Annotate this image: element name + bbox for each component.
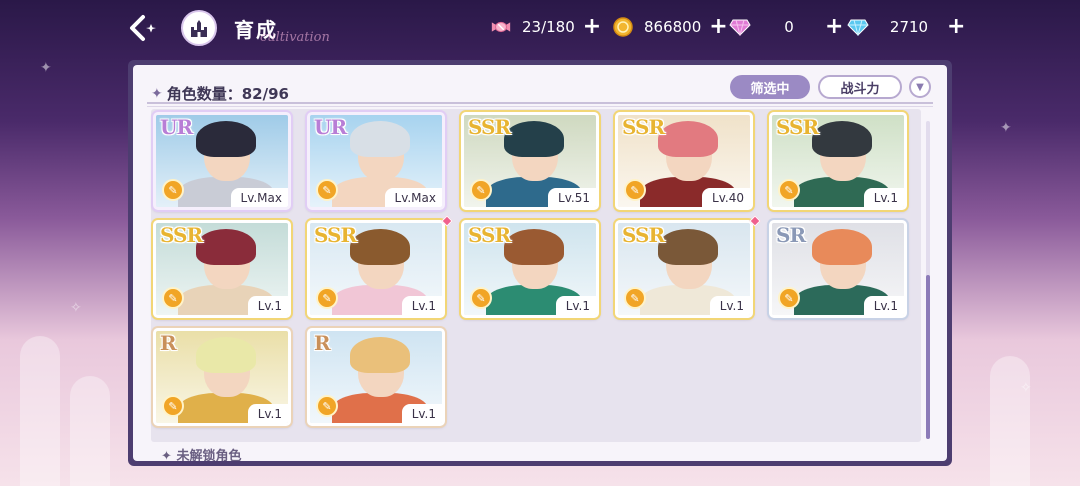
- locked-section-text: 未解锁角色: [176, 449, 242, 461]
- class-icon: ✎: [316, 287, 338, 309]
- rarity-badge: SR: [776, 223, 806, 247]
- add-pink-diamond-button[interactable]: +: [825, 16, 843, 38]
- level-label: Lv.1: [555, 296, 596, 315]
- level-label: Lv.40: [702, 188, 750, 207]
- level-label: Lv.1: [247, 404, 288, 423]
- add-candy-button[interactable]: +: [583, 16, 601, 38]
- character-card[interactable]: SR ✎ Lv.1: [769, 220, 907, 318]
- character-panel-frame: ✦ 角色数量：82/96 筛选中 战斗力 ▼ UR ✎ Lv.Max UR ✎ Lv.Ma…: [128, 60, 952, 466]
- coin-count: 866800: [644, 18, 702, 36]
- rarity-badge: SSR: [468, 115, 511, 139]
- sparkle-decoration: ✦: [40, 60, 52, 76]
- class-icon: ✎: [624, 179, 646, 201]
- sort-button[interactable]: 战斗力: [818, 75, 902, 99]
- sparkle-icon: ✦: [151, 85, 163, 102]
- class-icon: ✎: [778, 287, 800, 309]
- character-panel: ✦ 角色数量：82/96 筛选中 战斗力 ▼ UR ✎ Lv.Max UR ✎ Lv.Ma…: [133, 65, 947, 461]
- castle-tower-decoration: [990, 356, 1030, 486]
- character-card[interactable]: R ✎ Lv.1: [307, 328, 445, 426]
- sparkle-icon: ✦: [161, 449, 172, 461]
- coin-icon: [612, 16, 634, 38]
- class-icon: ✎: [162, 395, 184, 417]
- class-icon: ✎: [624, 287, 646, 309]
- sparkle-decoration: ✧: [1020, 380, 1032, 396]
- level-label: Lv.1: [863, 188, 904, 207]
- candy-icon: [490, 16, 512, 38]
- character-card[interactable]: SSR ✎ Lv.1: [153, 220, 291, 318]
- resource-coin: 866800 +: [612, 16, 728, 38]
- resource-candy: 23/180 +: [490, 16, 601, 38]
- class-icon: ✎: [470, 287, 492, 309]
- rarity-badge: SSR: [776, 115, 819, 139]
- level-label: Lv.1: [247, 296, 288, 315]
- rarity-badge: UR: [160, 115, 193, 139]
- locked-section-label: ✦ 未解锁角色: [161, 445, 241, 461]
- character-card[interactable]: UR ✎ Lv.Max: [307, 112, 445, 210]
- character-grid: UR ✎ Lv.Max UR ✎ Lv.Max SSR ✎ Lv.51 SSR ✎ Lv.40 SSR ✎…: [151, 109, 921, 442]
- back-button[interactable]: [122, 8, 162, 48]
- rarity-badge: SSR: [622, 115, 665, 139]
- level-label: Lv.1: [863, 296, 904, 315]
- character-card[interactable]: SSR ✎ Lv.40: [615, 112, 753, 210]
- character-card[interactable]: SSR ✎ Lv.1: [461, 220, 599, 318]
- rarity-badge: SSR: [314, 223, 357, 247]
- level-label: Lv.51: [548, 188, 596, 207]
- header-divider: [147, 106, 933, 107]
- character-card[interactable]: SSR ✎ Lv.1: [307, 220, 445, 318]
- class-icon: ✎: [470, 179, 492, 201]
- sparkle-decoration: ✦: [1000, 120, 1012, 136]
- character-card[interactable]: SSR ✎ Lv.1: [615, 220, 753, 318]
- rarity-badge: UR: [314, 115, 347, 139]
- level-label: Lv.1: [401, 296, 442, 315]
- sort-order-button[interactable]: ▼: [909, 76, 931, 98]
- chevron-down-icon: ▼: [916, 81, 924, 93]
- add-coin-button[interactable]: +: [709, 16, 727, 38]
- class-icon: ✎: [778, 179, 800, 201]
- blue-diamond-icon: [847, 16, 869, 38]
- filter-button[interactable]: 筛选中: [730, 75, 810, 99]
- class-icon: ✎: [316, 395, 338, 417]
- pink-diamond-icon: [729, 16, 751, 38]
- back-arrow-icon: [130, 15, 156, 41]
- character-count: ✦ 角色数量：82/96: [151, 83, 289, 104]
- level-label: Lv.Max: [230, 188, 288, 207]
- character-card[interactable]: R ✎ Lv.1: [153, 328, 291, 426]
- character-card[interactable]: SSR ✎ Lv.51: [461, 112, 599, 210]
- home-button[interactable]: [181, 10, 217, 46]
- candy-count: 23/180: [522, 18, 575, 36]
- class-icon: ✎: [162, 287, 184, 309]
- castle-home-icon: [191, 20, 207, 37]
- sparkle-decoration: ✧: [70, 300, 82, 316]
- header-divider: [147, 102, 933, 104]
- resource-blue-diamond: 2710 +: [847, 16, 965, 38]
- class-icon: ✎: [162, 179, 184, 201]
- scrollbar-thumb[interactable]: [926, 275, 930, 439]
- resource-pink-diamond: 0 +: [729, 16, 843, 38]
- pink-diamond-count: 0: [784, 18, 794, 36]
- character-count-text: 角色数量：82/96: [166, 85, 289, 103]
- blue-diamond-count: 2710: [889, 18, 929, 36]
- castle-tower-decoration: [20, 336, 60, 486]
- rarity-badge: SSR: [160, 223, 203, 247]
- top-bar: 育成 cultivation 23/180 + 866800 + 0 + 271…: [0, 0, 1080, 56]
- page-title-script: cultivation: [260, 30, 330, 45]
- rarity-badge: R: [314, 331, 331, 355]
- rarity-badge: SSR: [468, 223, 511, 247]
- character-card[interactable]: UR ✎ Lv.Max: [153, 112, 291, 210]
- rarity-badge: R: [160, 331, 177, 355]
- level-label: Lv.1: [401, 404, 442, 423]
- add-blue-diamond-button[interactable]: +: [947, 16, 965, 38]
- class-icon: ✎: [316, 179, 338, 201]
- level-label: Lv.1: [709, 296, 750, 315]
- rarity-badge: SSR: [622, 223, 665, 247]
- character-card[interactable]: SSR ✎ Lv.1: [769, 112, 907, 210]
- castle-tower-decoration: [70, 376, 110, 486]
- level-label: Lv.Max: [384, 188, 442, 207]
